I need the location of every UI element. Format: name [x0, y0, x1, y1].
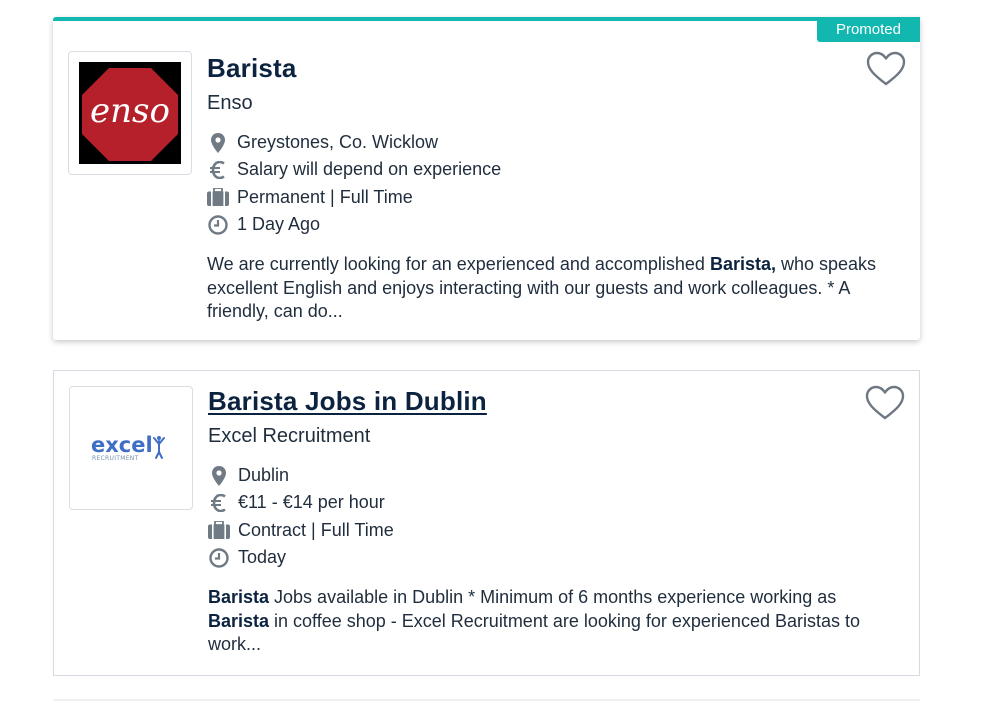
- job-type: Permanent | Full Time: [207, 184, 890, 211]
- job-salary: Salary will depend on experience: [207, 156, 890, 183]
- job-results-list: Promoted enso Barista Enso Greystones, C…: [0, 0, 1004, 701]
- job-title-link[interactable]: Barista Jobs in Dublin: [208, 384, 487, 418]
- map-pin-icon: [207, 132, 229, 154]
- posted-text: 1 Day Ago: [237, 214, 321, 235]
- euro-icon: [207, 159, 229, 181]
- job-title[interactable]: Barista: [207, 51, 297, 85]
- promoted-badge: Promoted: [816, 17, 920, 42]
- job-description: Barista Jobs available in Dublin * Minim…: [208, 587, 860, 655]
- company-name[interactable]: Enso: [207, 91, 890, 115]
- salary-text: Salary will depend on experience: [237, 159, 502, 180]
- excel-logo-text: excel: [91, 433, 153, 457]
- posted-text: Today: [238, 547, 287, 568]
- job-salary: €11 - €14 per hour: [208, 489, 889, 516]
- job-type: Contract | Full Time: [208, 517, 889, 544]
- map-pin-icon: [208, 465, 230, 487]
- job-description: We are currently looking for an experien…: [207, 254, 877, 322]
- job-posted: 1 Day Ago: [207, 211, 890, 238]
- job-card[interactable]: excel RECRUITMENT Barista Jobs in Dublin…: [53, 370, 920, 676]
- location-text: Greystones, Co. Wicklow: [237, 132, 439, 153]
- job-type-text: Contract | Full Time: [238, 519, 394, 540]
- euro-icon: [208, 492, 230, 514]
- job-location: Greystones, Co. Wicklow: [207, 129, 890, 156]
- company-name[interactable]: Excel Recruitment: [208, 424, 889, 448]
- excel-logo-image: excel RECRUITMENT: [91, 433, 165, 462]
- excel-logo-sub: RECRUITMENT: [92, 455, 139, 462]
- job-posted: Today: [208, 544, 889, 571]
- clock-icon: [208, 547, 230, 569]
- job-location: Dublin: [208, 462, 889, 489]
- enso-logo-text: enso: [90, 91, 170, 131]
- briefcase-icon: [207, 186, 229, 208]
- company-logo[interactable]: enso: [68, 51, 192, 175]
- job-type-text: Permanent | Full Time: [237, 186, 413, 207]
- briefcase-icon: [208, 519, 230, 541]
- enso-logo-image: enso: [79, 62, 181, 164]
- job-card-promoted[interactable]: Promoted enso Barista Enso Greystones, C…: [53, 17, 920, 340]
- salary-text: €11 - €14 per hour: [238, 492, 385, 513]
- location-text: Dublin: [238, 465, 290, 486]
- clock-icon: [207, 214, 229, 236]
- company-logo[interactable]: excel RECRUITMENT: [69, 386, 193, 510]
